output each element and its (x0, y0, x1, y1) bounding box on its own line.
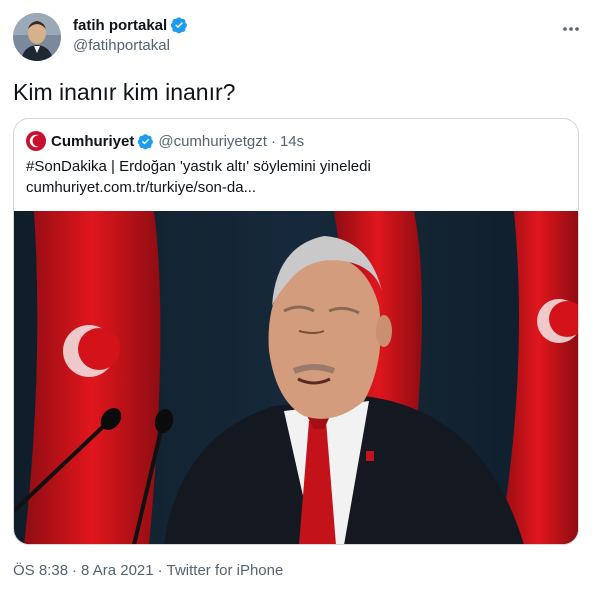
separator-dot: · (72, 562, 78, 579)
quoted-tweet-link[interactable]: cumhuriyet.com.tr/turkiye/son-da... (26, 177, 256, 198)
verified-badge-icon (170, 16, 188, 34)
author-display-name[interactable]: fatih portakal (73, 17, 167, 34)
author-handle[interactable]: @fatihportakal (73, 37, 170, 54)
tweet-date[interactable]: 8 Ara 2021 (81, 562, 154, 579)
quoted-media-image[interactable] (14, 211, 578, 544)
tweet-meta: ÖS 8:38 · 8 Ara 2021 · Twitter for iPhon… (13, 562, 283, 579)
tweet-text: Kim inanır kim inanır? (13, 79, 236, 105)
verified-badge-icon (137, 133, 154, 150)
quoted-tweet-text: #SonDakika | Erdoğan 'yastık altı' söyle… (26, 158, 371, 175)
user-avatar-icon[interactable] (13, 13, 61, 61)
tweet-time[interactable]: ÖS 8:38 (13, 562, 68, 579)
author-name-row[interactable]: fatih portakal (73, 16, 188, 34)
quoted-timestamp[interactable]: 14s (280, 133, 304, 150)
quoted-tweet-header: Cumhuriyet @cumhuriyetgzt · 14s (26, 131, 304, 151)
tweet-source[interactable]: Twitter for iPhone (167, 562, 284, 579)
separator-dot: · (270, 132, 276, 150)
tweet: fatih portakal @fatihportakal Kim inanır… (0, 0, 592, 595)
more-options-icon[interactable] (560, 18, 582, 40)
cumhuriyet-logo-icon (26, 131, 46, 151)
separator-dot: · (157, 562, 163, 579)
quoted-tweet-card[interactable]: Cumhuriyet @cumhuriyetgzt · 14s #SonDaki… (13, 118, 579, 545)
quoted-handle[interactable]: @cumhuriyetgzt (158, 133, 267, 150)
quoted-display-name[interactable]: Cumhuriyet (51, 133, 134, 150)
